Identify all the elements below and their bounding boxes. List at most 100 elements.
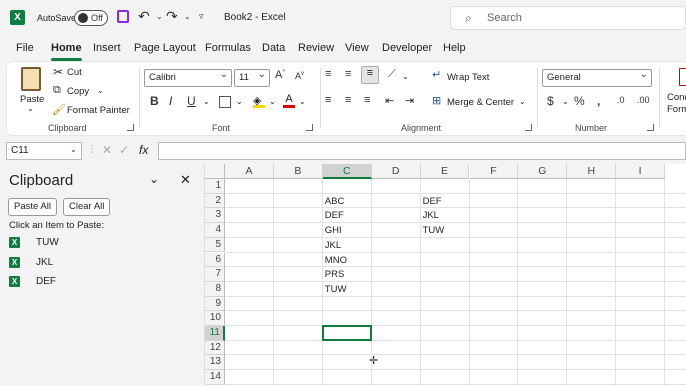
decrease-indent-icon[interactable]: ⇤: [385, 94, 394, 107]
column-header-a[interactable]: A: [225, 164, 274, 179]
row-header-11[interactable]: 11: [205, 326, 225, 341]
format-painter-icon[interactable]: 🖌: [52, 103, 66, 116]
merge-dropdown-icon[interactable]: ⌄: [519, 97, 526, 106]
clipboard-item[interactable]: X TUW: [9, 237, 189, 251]
wrap-text-button[interactable]: Wrap Text: [447, 72, 489, 83]
tab-insert[interactable]: Insert: [93, 42, 121, 54]
borders-icon[interactable]: [219, 96, 231, 108]
cell-c7[interactable]: PRS: [325, 268, 345, 282]
tab-view[interactable]: View: [345, 42, 369, 54]
accounting-format-icon[interactable]: $: [547, 94, 554, 108]
clipboard-item[interactable]: X JKL: [9, 257, 189, 271]
font-name-select[interactable]: Calibri: [144, 69, 232, 87]
formula-input[interactable]: [158, 142, 686, 160]
row-header-6[interactable]: 6: [205, 252, 225, 268]
cancel-icon[interactable]: ✕: [102, 143, 112, 157]
font-launcher-icon[interactable]: [306, 124, 313, 131]
redo-icon[interactable]: ↷: [166, 8, 178, 25]
paste-icon[interactable]: [21, 67, 41, 91]
borders-dropdown-icon[interactable]: ⌄: [236, 97, 243, 106]
autosave-toggle[interactable]: Off: [74, 10, 108, 26]
percent-style-icon[interactable]: %: [574, 94, 585, 108]
bold-icon[interactable]: B: [150, 94, 159, 108]
paste-dropdown-icon[interactable]: ⌄: [27, 104, 34, 113]
row-header-5[interactable]: 5: [205, 237, 225, 253]
cell-e3[interactable]: JKL: [423, 209, 439, 223]
cell-c6[interactable]: MNO: [325, 254, 347, 268]
alignment-launcher-icon[interactable]: [525, 124, 532, 131]
increase-decimal-icon[interactable]: .0: [617, 95, 625, 105]
orientation-dropdown-icon[interactable]: ⌄: [402, 72, 409, 81]
insert-function-icon[interactable]: fx: [139, 143, 148, 157]
conditional-formatting-label-1[interactable]: Cond: [667, 92, 686, 103]
row-header-9[interactable]: 9: [205, 296, 225, 312]
customize-qat-icon[interactable]: ▿: [199, 11, 204, 22]
selected-cell-c11[interactable]: [321, 325, 372, 341]
number-format-select[interactable]: General: [542, 69, 652, 87]
column-header-d[interactable]: D: [371, 164, 421, 179]
font-color-dropdown-icon[interactable]: ⌄: [299, 97, 306, 106]
tab-page-layout[interactable]: Page Layout: [134, 42, 196, 54]
row-header-4[interactable]: 4: [205, 223, 225, 238]
clipboard-launcher-icon[interactable]: [127, 124, 134, 131]
row-header-3[interactable]: 3: [205, 208, 225, 224]
row-header-12[interactable]: 12: [205, 340, 225, 356]
column-header-b[interactable]: B: [273, 164, 323, 179]
row-header-13[interactable]: 13: [205, 355, 225, 371]
conditional-formatting-label-2[interactable]: Form: [667, 104, 686, 115]
tab-data[interactable]: Data: [262, 42, 285, 54]
tab-home[interactable]: Home: [51, 42, 82, 61]
cell-e2[interactable]: DEF: [423, 195, 442, 209]
row-header-1[interactable]: 1: [205, 179, 225, 194]
conditional-formatting-icon[interactable]: [679, 68, 686, 86]
underline-icon[interactable]: U: [187, 94, 196, 108]
column-header-i[interactable]: I: [616, 164, 666, 179]
row-header-8[interactable]: 8: [205, 281, 225, 297]
close-pane-icon[interactable]: ✕: [180, 172, 191, 188]
tab-help[interactable]: Help: [443, 42, 466, 54]
column-header-e[interactable]: E: [420, 164, 470, 179]
increase-indent-icon[interactable]: ⇥: [405, 94, 414, 107]
align-middle-icon[interactable]: ≡: [345, 68, 351, 80]
cell-c3[interactable]: DEF: [325, 209, 344, 223]
align-top-icon[interactable]: ≡: [325, 68, 331, 80]
column-header-g[interactable]: G: [518, 164, 568, 179]
underline-dropdown-icon[interactable]: ⌄: [203, 97, 210, 106]
search-box[interactable]: ⌕ Search: [450, 6, 686, 30]
tab-review[interactable]: Review: [298, 42, 334, 54]
column-header-f[interactable]: F: [469, 164, 519, 179]
select-all-corner[interactable]: [205, 164, 225, 179]
align-right-icon[interactable]: ≡: [364, 94, 370, 106]
decrease-font-icon[interactable]: Av: [295, 71, 304, 81]
align-left-icon[interactable]: ≡: [325, 94, 331, 106]
undo-dropdown-icon[interactable]: ⌄: [156, 12, 163, 21]
align-bottom-icon[interactable]: ≡: [361, 66, 379, 84]
format-painter-button[interactable]: Format Painter: [67, 105, 130, 116]
number-launcher-icon[interactable]: [647, 124, 654, 131]
enter-icon[interactable]: ✓: [119, 143, 129, 157]
column-header-h[interactable]: H: [567, 164, 617, 179]
row-header-7[interactable]: 7: [205, 267, 225, 282]
align-center-icon[interactable]: ≡: [345, 94, 351, 106]
redo-dropdown-icon[interactable]: ⌄: [184, 12, 191, 21]
undo-icon[interactable]: ↶: [138, 8, 150, 25]
pane-options-icon[interactable]: ⌄: [149, 172, 159, 186]
font-color-icon[interactable]: A: [283, 93, 295, 108]
clipboard-item[interactable]: X DEF: [9, 276, 189, 290]
row-header-10[interactable]: 10: [205, 311, 225, 326]
tab-developer[interactable]: Developer: [382, 42, 432, 54]
wrap-text-icon[interactable]: ↵: [432, 68, 441, 81]
tab-formulas[interactable]: Formulas: [205, 42, 251, 54]
merge-center-button[interactable]: Merge & Center: [447, 97, 514, 108]
font-size-select[interactable]: 11: [234, 69, 270, 87]
cell-e4[interactable]: TUW: [423, 224, 445, 238]
clear-all-button[interactable]: Clear All: [63, 198, 111, 216]
cut-icon[interactable]: ✂: [53, 65, 63, 79]
spreadsheet-grid[interactable]: A B C D E F G H I 1 2 3 4 5 6 7 8 9 10 11 12 13 14 ABC DEF GHI JKL…: [205, 164, 686, 386]
row-header-2[interactable]: 2: [205, 193, 225, 209]
cell-c5[interactable]: JKL: [325, 239, 341, 253]
decrease-decimal-icon[interactable]: .00: [637, 95, 650, 105]
cell-c2[interactable]: ABC: [325, 195, 345, 209]
save-icon[interactable]: [117, 10, 129, 23]
cell-c8[interactable]: TUW: [325, 283, 347, 297]
